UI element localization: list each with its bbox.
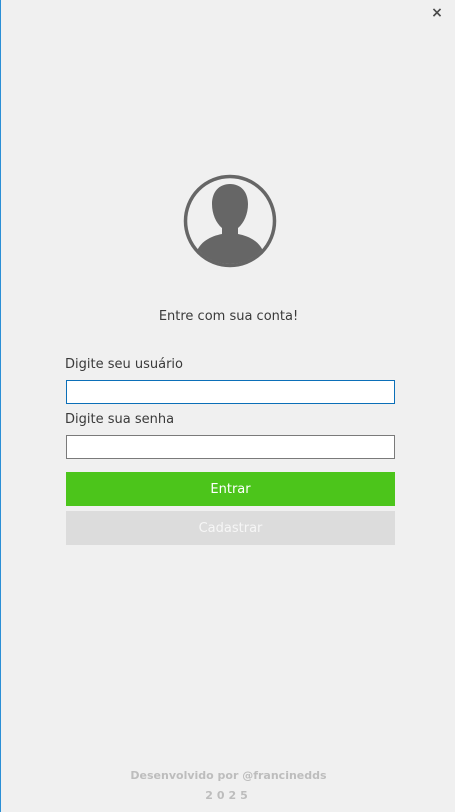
register-button[interactable]: Cadastrar bbox=[66, 511, 395, 545]
login-button[interactable]: Entrar bbox=[66, 472, 395, 506]
username-input[interactable] bbox=[66, 380, 395, 404]
username-label: Digite seu usuário bbox=[65, 357, 183, 372]
login-heading: Entre com sua conta! bbox=[158, 309, 299, 324]
user-avatar-icon bbox=[183, 174, 277, 268]
close-icon[interactable]: × bbox=[428, 4, 446, 22]
developer-credit: Desenvolvido por @francinedds bbox=[130, 769, 327, 782]
copyright-year: 2025 bbox=[205, 789, 252, 802]
password-input[interactable] bbox=[66, 435, 395, 459]
password-label: Digite sua senha bbox=[65, 412, 175, 427]
